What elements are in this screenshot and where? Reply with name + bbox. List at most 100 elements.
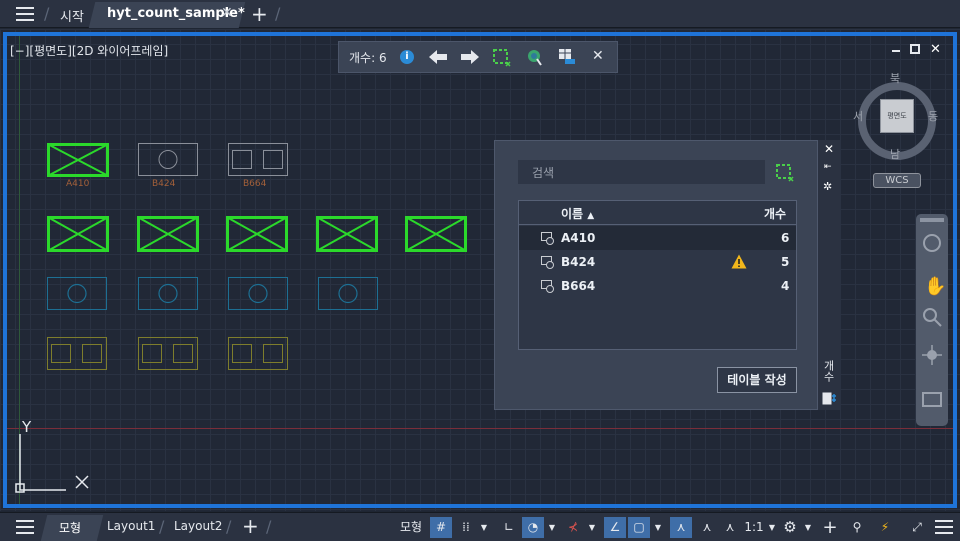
list-row-count: 4: [781, 279, 790, 293]
block-a410-selected[interactable]: [226, 216, 288, 252]
block-b664[interactable]: [138, 337, 198, 371]
select-area-icon[interactable]: [776, 164, 794, 182]
new-tab-icon[interactable]: +: [251, 2, 268, 26]
block-b664[interactable]: [228, 337, 288, 371]
chevron-down-icon[interactable]: ▼: [546, 517, 558, 538]
close-count-toolbar-icon[interactable]: ✕: [592, 48, 604, 64]
palette-icon: [822, 392, 836, 405]
viewport-controls-label[interactable]: [−][평면도][2D 와이어프레임]: [10, 42, 168, 59]
status-bar: 모형 Layout1 / Layout2 / + / 모형 # ⁞⁞ ▼ ∟ ◔…: [0, 512, 960, 541]
plus-icon[interactable]: +: [820, 517, 840, 538]
restore-viewport-icon[interactable]: [910, 44, 920, 54]
list-row-a410[interactable]: A410 6: [519, 226, 796, 250]
annotation-scale-value[interactable]: 1:1: [744, 517, 764, 538]
zoom-extents-icon[interactable]: [921, 306, 943, 328]
tab-separator: /: [226, 517, 232, 536]
warning-icon[interactable]: [731, 254, 747, 269]
compass-east[interactable]: 동: [928, 108, 938, 124]
chevron-down-icon[interactable]: ▼: [478, 517, 490, 538]
block-b424[interactable]: [138, 277, 198, 311]
close-viewport-icon[interactable]: ✕: [930, 42, 941, 57]
block-b424[interactable]: [47, 277, 107, 311]
compass-north[interactable]: 북: [890, 70, 900, 86]
polar-tracking-icon[interactable]: ◔: [522, 517, 544, 538]
tab-start[interactable]: 시작: [60, 6, 84, 25]
object-snap-tracking-icon[interactable]: ∠: [604, 517, 626, 538]
block-b664[interactable]: [47, 337, 107, 371]
viewcube-face-label: 평면도: [887, 112, 907, 120]
minimize-viewport-icon[interactable]: [892, 50, 900, 52]
hardware-acceleration-icon[interactable]: ⚡: [874, 517, 896, 538]
list-row-name: A410: [561, 231, 596, 245]
block-a410-selected[interactable]: [137, 216, 199, 252]
isodraft-icon[interactable]: ⊀: [562, 517, 584, 538]
block-label-a410: A410: [66, 179, 90, 189]
gear-icon[interactable]: ⚙: [780, 517, 800, 538]
block-icon: [541, 232, 554, 245]
count-label: 개수: 6: [349, 51, 387, 65]
properties-icon[interactable]: ✲: [823, 180, 832, 193]
navigation-bar: ✋: [916, 214, 948, 426]
annotation-visibility-icon[interactable]: ⋏: [670, 517, 692, 538]
block-b424[interactable]: [318, 277, 378, 311]
chevron-down-icon[interactable]: ▼: [766, 517, 778, 538]
layout-tab-layout2[interactable]: Layout2: [174, 519, 222, 533]
model-space-button[interactable]: 모형: [396, 517, 426, 538]
block-a410-selected[interactable]: [405, 216, 467, 252]
snap-mode-icon[interactable]: ⁞⁞: [456, 517, 476, 538]
list-row-name: B424: [561, 255, 596, 269]
column-header-name[interactable]: 이름 ▲: [561, 205, 594, 222]
create-table-button[interactable]: 테이블 작성: [717, 367, 797, 393]
compass-south[interactable]: 남: [890, 146, 900, 162]
insert-table-icon[interactable]: [558, 48, 576, 66]
pan-hand-icon[interactable]: ✋: [924, 276, 946, 297]
showmotion-icon[interactable]: [922, 392, 942, 407]
close-tab-icon[interactable]: ✕: [221, 5, 233, 21]
close-palette-icon[interactable]: ✕: [824, 142, 834, 156]
search-placeholder: 검색: [532, 166, 555, 180]
steering-wheel-icon[interactable]: [923, 234, 941, 252]
column-header-count[interactable]: 개수: [764, 205, 786, 222]
block-b424[interactable]: [228, 277, 288, 311]
grid-toggle-icon[interactable]: #: [430, 517, 452, 538]
object-snap-icon[interactable]: ▢: [628, 517, 650, 538]
select-area-icon[interactable]: [493, 49, 511, 67]
layout-menu-icon[interactable]: [16, 520, 34, 534]
layout-tab-layout1[interactable]: Layout1: [107, 519, 155, 533]
previous-arrow-icon[interactable]: [429, 50, 447, 64]
auto-scale-icon[interactable]: ⋏: [696, 517, 718, 538]
chevron-down-icon[interactable]: ▼: [652, 517, 664, 538]
wcs-menu[interactable]: WCS: [873, 173, 921, 188]
block-a410[interactable]: [47, 143, 109, 177]
block-a410-selected[interactable]: [316, 216, 378, 252]
add-layout-icon[interactable]: +: [242, 514, 259, 538]
block-label-b424: B424: [152, 179, 176, 189]
search-input[interactable]: 검색: [518, 160, 765, 184]
layout-tab-model[interactable]: 모형: [59, 519, 81, 536]
annotation-scale-icon[interactable]: ⋏: [720, 517, 740, 538]
next-arrow-icon[interactable]: [461, 50, 479, 64]
fullscreen-icon[interactable]: ⤢: [906, 517, 928, 538]
zoom-object-icon[interactable]: [526, 48, 544, 66]
orbit-icon[interactable]: [921, 344, 943, 366]
chevron-down-icon[interactable]: ▼: [586, 517, 598, 538]
app-menu-icon[interactable]: [16, 7, 34, 21]
block-b664[interactable]: [228, 143, 288, 177]
tab-separator: /: [159, 517, 165, 536]
isolate-objects-icon[interactable]: ⚲: [846, 517, 868, 538]
compass-west[interactable]: 서: [853, 108, 863, 124]
list-row-b424[interactable]: B424 5: [519, 250, 796, 274]
ortho-mode-icon[interactable]: ∟: [498, 517, 520, 538]
customization-menu-icon[interactable]: [935, 520, 953, 534]
tab-separator: /: [44, 4, 50, 23]
info-icon[interactable]: i: [400, 50, 414, 64]
auto-hide-icon[interactable]: ⇤: [824, 162, 832, 172]
navbar-grip[interactable]: [920, 218, 944, 222]
list-row-b664[interactable]: B664 4: [519, 274, 796, 298]
palette-title-bar[interactable]: ✕ ⇤ ✲ 개수: [818, 140, 840, 410]
viewcube[interactable]: 평면도 북 남 동 서 WCS: [850, 66, 946, 196]
chevron-down-icon[interactable]: ▼: [802, 517, 814, 538]
block-a410-selected[interactable]: [47, 216, 109, 252]
block-b424[interactable]: [138, 143, 198, 177]
sort-ascending-icon: ▲: [587, 211, 595, 221]
